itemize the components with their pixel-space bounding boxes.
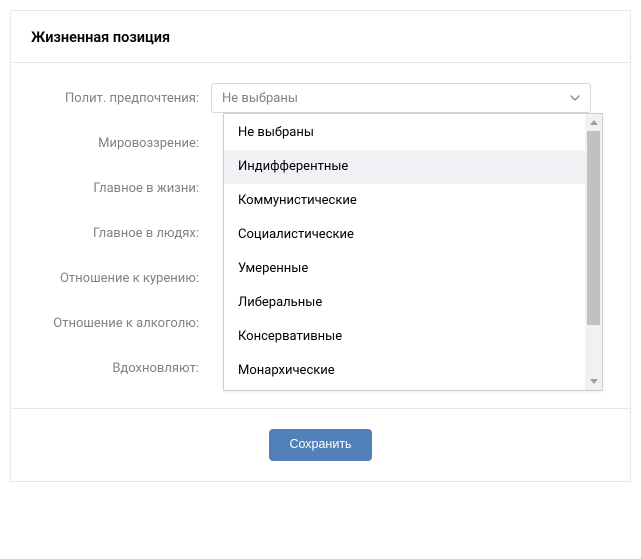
row-political: Полит. предпочтения: Не выбраны (31, 83, 610, 113)
dropdown-option[interactable]: Индифферентные (224, 150, 585, 184)
dropdown-option[interactable]: Не выбраны (224, 116, 585, 150)
dropdown-option[interactable]: Либеральные (224, 286, 585, 320)
label-life-main: Главное в жизни: (31, 181, 211, 196)
dropdown-option[interactable]: Монархические (224, 354, 585, 388)
scroll-up-icon[interactable] (585, 114, 602, 131)
scroll-down-icon[interactable] (585, 373, 602, 390)
life-position-card: Жизненная позиция Полит. предпочтения: Н… (10, 10, 631, 482)
label-inspired: Вдохновляют: (31, 361, 211, 376)
card-header: Жизненная позиция (11, 11, 630, 62)
dropdown-option[interactable]: Умеренные (224, 252, 585, 286)
chevron-down-icon (570, 95, 580, 101)
dropdown-option[interactable]: Социалистические (224, 218, 585, 252)
label-alcohol: Отношение к алкоголю: (31, 316, 211, 331)
card-title: Жизненная позиция (31, 29, 610, 46)
label-political: Полит. предпочтения: (31, 91, 211, 106)
save-button[interactable]: Сохранить (269, 429, 371, 461)
label-worldview: Мировоззрение: (31, 136, 211, 151)
select-political[interactable]: Не выбраны (211, 83, 591, 113)
select-political-value: Не выбраны (222, 91, 298, 106)
card-footer: Сохранить (11, 408, 630, 481)
card-body: Полит. предпочтения: Не выбраны Мировозз… (11, 62, 630, 408)
political-dropdown: Не выбраныИндифферентныеКоммунистические… (223, 113, 603, 391)
dropdown-scrollbar[interactable] (585, 114, 602, 390)
label-smoking: Отношение к курению: (31, 271, 211, 286)
dropdown-option[interactable]: Коммунистические (224, 184, 585, 218)
scrollbar-thumb[interactable] (587, 131, 600, 325)
dropdown-list: Не выбраныИндифферентныеКоммунистические… (224, 114, 585, 390)
scrollbar-track[interactable] (585, 131, 602, 373)
dropdown-option[interactable]: Консервативные (224, 320, 585, 354)
label-people-main: Главное в людях: (31, 226, 211, 241)
